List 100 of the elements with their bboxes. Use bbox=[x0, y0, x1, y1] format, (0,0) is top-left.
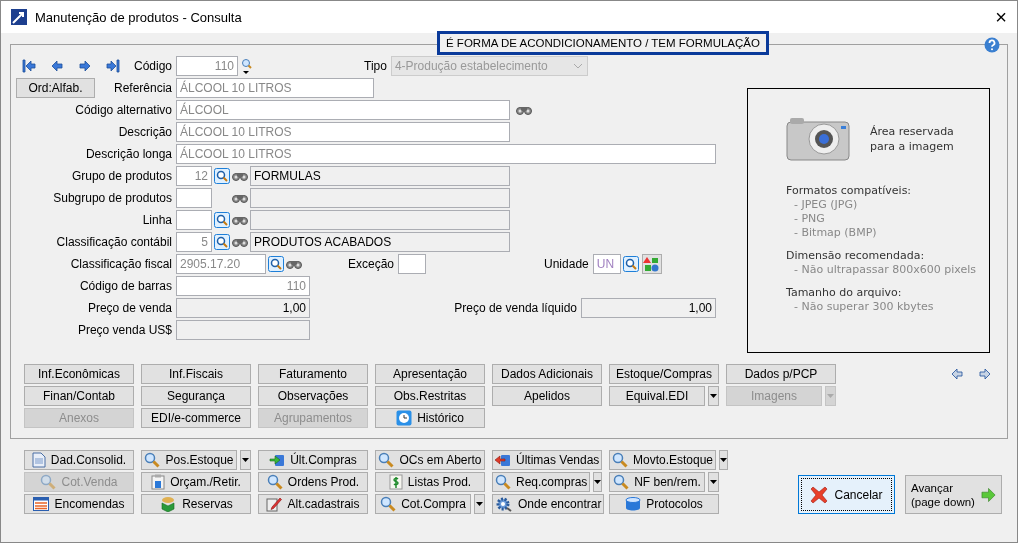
shapes-button-icon[interactable] bbox=[641, 254, 662, 274]
clipboard-icon bbox=[151, 474, 166, 490]
gear-icon bbox=[495, 496, 513, 512]
tab-button[interactable]: Equival.EDI bbox=[609, 386, 705, 406]
unit-field[interactable]: UN bbox=[592, 254, 621, 274]
action-button[interactable]: Reservas bbox=[141, 494, 251, 514]
code-field[interactable] bbox=[176, 188, 212, 208]
help-icon[interactable] bbox=[984, 37, 1000, 53]
magnifier-icon bbox=[612, 452, 628, 468]
code-field[interactable] bbox=[176, 210, 212, 230]
action-button[interactable]: Dad.Consolid. bbox=[24, 450, 134, 470]
next-button[interactable]: Avançar (page down) bbox=[905, 475, 1002, 514]
action-button[interactable]: Últimas Vendas bbox=[492, 450, 603, 470]
next-arrow-icon[interactable] bbox=[977, 366, 993, 382]
magnifier-icon bbox=[495, 474, 511, 490]
search-icon[interactable] bbox=[622, 256, 639, 272]
list-item: - Não ultrapassar 800x600 pixels bbox=[793, 263, 977, 277]
cancel-button[interactable]: Cancelar bbox=[798, 475, 895, 514]
text-field[interactable]: ÁLCOOL 10 LITROS bbox=[176, 122, 510, 142]
caret-icon bbox=[710, 480, 717, 484]
tab-button[interactable]: EDI/e-commerce bbox=[141, 408, 251, 428]
magnifier-icon bbox=[613, 474, 630, 490]
tab-button[interactable]: Apresentação bbox=[375, 364, 485, 384]
dropdown-button[interactable] bbox=[708, 386, 719, 406]
image-caption: Área reservada para a imagem bbox=[870, 124, 954, 154]
action-button[interactable]: Alt.cadastrais bbox=[258, 494, 368, 514]
binoculars-icon[interactable] bbox=[286, 258, 302, 270]
dropdown-button[interactable] bbox=[240, 450, 251, 470]
search-icon[interactable] bbox=[240, 58, 254, 74]
code-field[interactable]: 5 bbox=[176, 232, 212, 252]
code-field[interactable]: 2905.17.20 bbox=[176, 254, 266, 274]
caret-icon bbox=[594, 480, 602, 484]
window-title: Manutenção de produtos - Consulta bbox=[35, 9, 243, 25]
dropdown-button[interactable] bbox=[708, 472, 719, 492]
tab-button[interactable]: Observações bbox=[258, 386, 368, 406]
close-button[interactable]: × bbox=[995, 7, 1007, 27]
caret-icon bbox=[242, 458, 249, 462]
action-button[interactable]: OCs em Aberto bbox=[375, 450, 485, 470]
action-button[interactable]: Cot.Compra bbox=[375, 494, 471, 514]
next-record-icon[interactable] bbox=[77, 58, 93, 74]
binoculars-icon[interactable] bbox=[232, 192, 248, 204]
search-icon[interactable] bbox=[268, 256, 284, 272]
list-item: - PNG bbox=[793, 212, 826, 226]
action-button[interactable]: Onde encontrar bbox=[492, 494, 605, 514]
code-field[interactable]: 12 bbox=[176, 166, 212, 186]
dropdown-button[interactable] bbox=[474, 494, 485, 514]
tab-button[interactable]: Finan/Contab bbox=[24, 386, 134, 406]
tab-button[interactable]: Histórico bbox=[375, 408, 485, 428]
search-icon[interactable] bbox=[214, 212, 230, 228]
previous-arrow-icon[interactable] bbox=[949, 366, 965, 382]
tab-button[interactable]: Dados Adicionais bbox=[492, 364, 602, 384]
caret-icon bbox=[476, 502, 483, 506]
action-button[interactable]: Listas Prod. bbox=[375, 472, 485, 492]
field-label: Descrição bbox=[118, 125, 172, 139]
sort-button[interactable]: Ord:Alfab. bbox=[16, 78, 95, 98]
binoculars-icon[interactable] bbox=[516, 104, 532, 116]
previous-record-icon[interactable] bbox=[49, 58, 65, 74]
document-icon bbox=[31, 452, 46, 468]
tab-button[interactable]: Inf.Econômicas bbox=[24, 364, 134, 384]
action-button[interactable]: Pos.Estoque bbox=[141, 450, 237, 470]
magnifier-icon bbox=[144, 452, 161, 468]
text-field[interactable]: ÁLCOOL 10 LITROS bbox=[176, 144, 716, 164]
action-button[interactable]: Encomendas bbox=[24, 494, 134, 514]
tab-button[interactable]: Apelidos bbox=[492, 386, 602, 406]
action-button[interactable]: NF ben/rem. bbox=[609, 472, 705, 492]
binoculars-icon[interactable] bbox=[232, 236, 248, 248]
price-field: 1,00 bbox=[176, 298, 310, 318]
text-field[interactable]: ÁLCOOL 10 LITROS bbox=[176, 78, 374, 98]
clock-icon bbox=[396, 410, 413, 426]
search-icon[interactable] bbox=[214, 168, 230, 184]
code-field[interactable]: 110 bbox=[176, 56, 238, 76]
magnifier-icon bbox=[378, 452, 395, 468]
tab-button[interactable]: Inf.Fiscais bbox=[141, 364, 251, 384]
field-label: Linha bbox=[142, 213, 172, 227]
tab-button[interactable]: Dados p/PCP bbox=[726, 364, 836, 384]
action-button[interactable]: Últ.Compras bbox=[258, 450, 368, 470]
first-record-icon[interactable] bbox=[21, 58, 37, 74]
action-button[interactable]: Ordens Prod. bbox=[258, 472, 368, 492]
dropdown-button[interactable] bbox=[593, 472, 603, 492]
last-record-icon[interactable] bbox=[105, 58, 121, 74]
action-button[interactable]: Movto.Estoque bbox=[609, 450, 717, 470]
action-button[interactable]: Orçam./Retir. bbox=[141, 472, 251, 492]
description-field: FORMULAS bbox=[250, 166, 510, 186]
search-icon[interactable] bbox=[214, 234, 230, 250]
text-field[interactable]: ÁLCOOL bbox=[176, 100, 510, 120]
boxes-icon bbox=[159, 496, 178, 512]
binoculars-icon[interactable] bbox=[232, 214, 248, 226]
tab-button[interactable]: Segurança bbox=[141, 386, 251, 406]
section-heading: Dimensão recomendada: bbox=[786, 248, 926, 263]
barcode-field[interactable]: 110 bbox=[176, 276, 310, 296]
action-button[interactable]: Req.compras bbox=[492, 472, 591, 492]
dropdown-button[interactable] bbox=[719, 450, 729, 470]
text-field[interactable] bbox=[398, 254, 427, 274]
tab-button[interactable]: Obs.Restritas bbox=[375, 386, 485, 406]
binoculars-icon[interactable] bbox=[232, 170, 248, 182]
calendar-icon bbox=[33, 496, 50, 512]
action-button[interactable]: Protocolos bbox=[609, 494, 719, 514]
field-label: Exceção bbox=[348, 257, 395, 271]
tab-button[interactable]: Faturamento bbox=[258, 364, 368, 384]
tab-button[interactable]: Estoque/Compras bbox=[609, 364, 719, 384]
